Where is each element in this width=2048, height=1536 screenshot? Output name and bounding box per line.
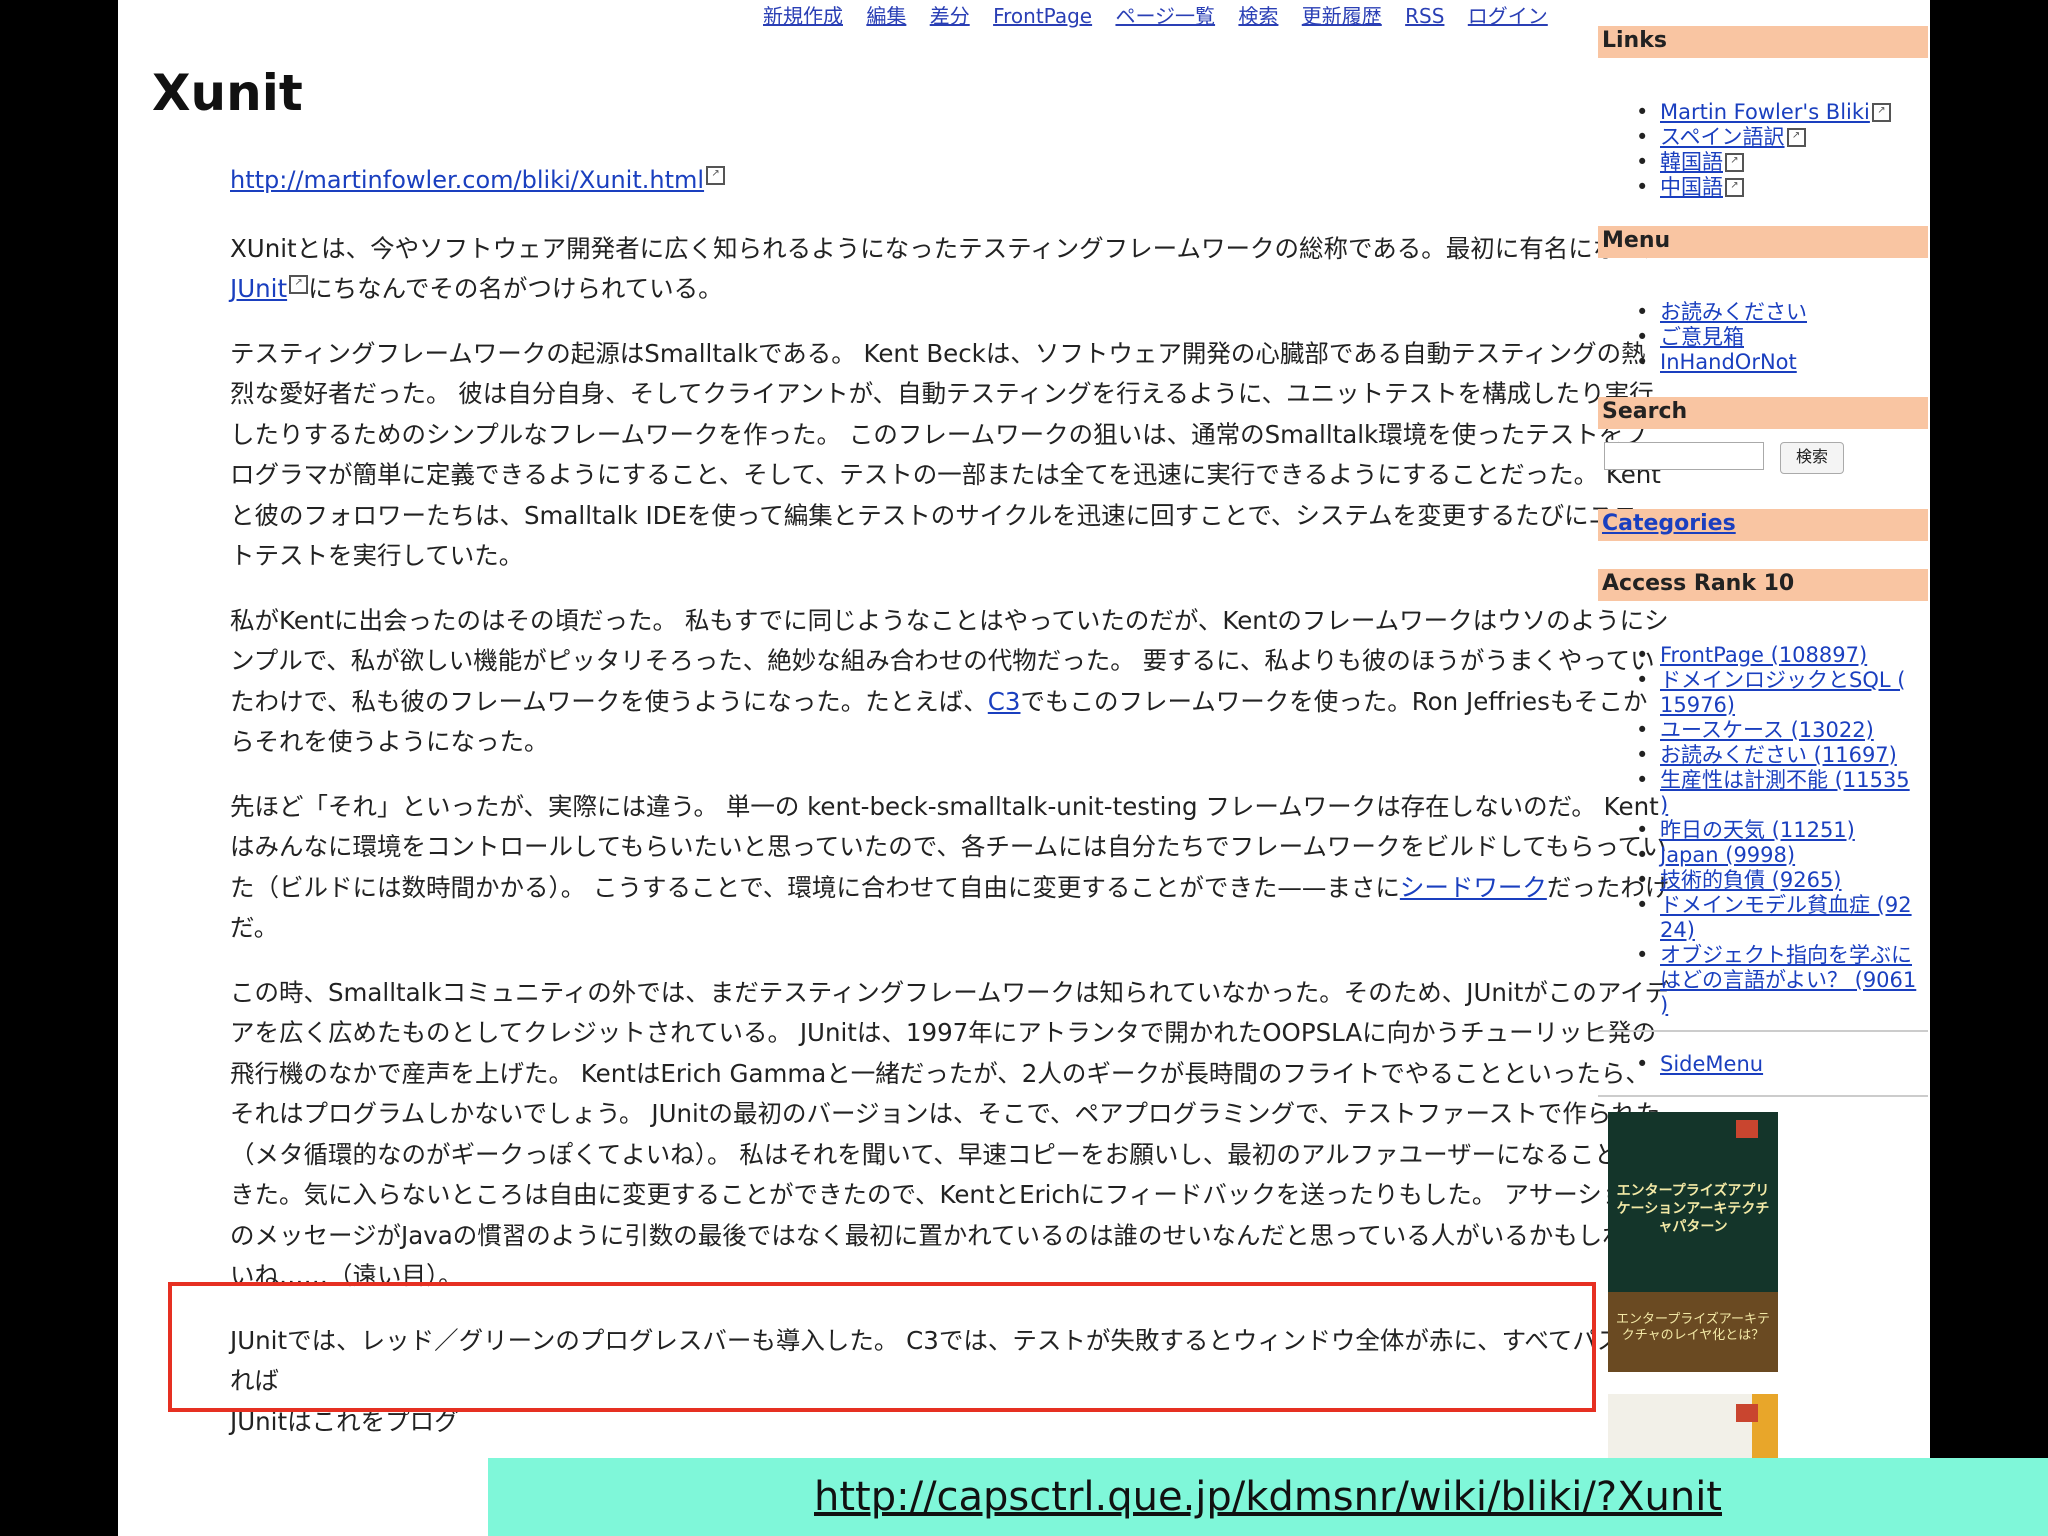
list-item[interactable]: SideMenu <box>1636 1052 1928 1077</box>
paragraph-text: テスティングフレームワークの起源はSmalltalkである。 Kent Beck… <box>230 338 1663 571</box>
search-button[interactable]: 検索 <box>1780 442 1844 474</box>
source-link[interactable]: http://martinfowler.com/bliki/Xunit.html <box>230 166 704 194</box>
inline-link[interactable]: シードワーク <box>1400 873 1547 902</box>
access-rank-list: FrontPage (108897)ドメインロジックとSQL (15976)ユー… <box>1598 643 1928 1018</box>
top-nav: 新規作成 編集 差分 FrontPage ページ一覧 検索 更新履歴 RSS ロ… <box>763 0 1565 29</box>
external-link-icon: ↗ <box>1725 153 1744 172</box>
access-rank-heading: Access Rank 10 <box>1598 569 1928 601</box>
menu-list: お読みくださいご意見箱InHandOrNot <box>1598 300 1928 375</box>
list-item[interactable]: ご意見箱 <box>1636 325 1928 350</box>
list-item[interactable]: 韓国語↗ <box>1636 150 1928 175</box>
list-item-label[interactable]: ドメインモデル貧血症 (92 <box>1660 893 1912 917</box>
book-title: エンタープライズアプリケーションアーキテクチャパターン <box>1616 1183 1770 1235</box>
list-item[interactable]: Martin Fowler's Bliki↗ <box>1636 100 1928 125</box>
inline-link[interactable]: JUnit <box>230 274 287 303</box>
list-item[interactable]: ドメインロジックとSQL (15976) <box>1636 668 1928 718</box>
list-item-label[interactable]: ) <box>1660 793 1668 817</box>
list-item-label[interactable]: 15976) <box>1660 693 1735 717</box>
nav-search[interactable]: 検索 <box>1238 4 1278 28</box>
nav-new-page[interactable]: 新規作成 <box>763 4 843 28</box>
list-item-label[interactable]: はどの言語がよい？ (9061 <box>1660 968 1916 992</box>
list-item-label[interactable]: FrontPage (108897) <box>1660 643 1867 667</box>
links-list: Martin Fowler's Bliki↗スペイン語訳↗韓国語↗中国語↗ <box>1598 100 1928 200</box>
sidemenu-list: SideMenu <box>1598 1052 1928 1077</box>
list-item-label[interactable]: 昨日の天気 (11251) <box>1660 818 1855 842</box>
list-item-label[interactable]: ユースケース (13022) <box>1660 718 1874 742</box>
nav-page-list[interactable]: ページ一覧 <box>1115 4 1215 28</box>
list-item[interactable]: 技術的負債 (9265) <box>1636 868 1928 893</box>
publisher-logo-icon <box>1736 1404 1758 1422</box>
list-item-label[interactable]: オブジェクト指向を学ぶに <box>1660 943 1912 967</box>
list-item[interactable]: スペイン語訳↗ <box>1636 125 1928 150</box>
nav-frontpage[interactable]: FrontPage <box>993 4 1092 28</box>
menu-heading: Menu <box>1598 226 1928 258</box>
list-item-label[interactable]: Japan (9998) <box>1660 843 1795 867</box>
list-item[interactable]: 生産性は計測不能 (11535) <box>1636 768 1928 818</box>
list-item-label[interactable]: 24) <box>1660 918 1695 942</box>
list-item[interactable]: ドメインモデル貧血症 (9224) <box>1636 893 1928 943</box>
paragraph-text: この時、Smalltalkコミュニティの外では、まだテスティングフレームワークは… <box>230 977 1670 1291</box>
list-item-label[interactable]: 韓国語 <box>1660 150 1723 174</box>
search-input[interactable] <box>1604 442 1764 470</box>
paragraph: この時、Smalltalkコミュニティの外では、まだテスティングフレームワークは… <box>230 973 1670 1297</box>
external-link-icon: ↗ <box>1786 128 1806 147</box>
banner-url: http://capsctrl.que.jp/kdmsnr/wiki/bliki… <box>814 1474 1722 1520</box>
list-item-label[interactable]: SideMenu <box>1660 1052 1763 1076</box>
paragraph: XUnitとは、今やソフトウェア開発者に広く知られるようになったテスティングフレ… <box>230 229 1670 310</box>
list-item[interactable]: お読みください <box>1636 300 1928 325</box>
categories-heading[interactable]: Categories <box>1598 509 1928 541</box>
categories-link[interactable]: Categories <box>1602 511 1736 536</box>
nav-recent-changes[interactable]: 更新履歴 <box>1302 4 1382 28</box>
book-cover-image[interactable]: エンタープライズアプリケーションアーキテクチャパターン エンタープライズアーキテ… <box>1608 1112 1778 1372</box>
list-item[interactable]: 中国語↗ <box>1636 175 1928 200</box>
paragraph: 私がKentに出会ったのはその頃だった。 私もすでに同じようなことはやっていたの… <box>230 601 1670 763</box>
paragraph-text: にちなんでその名がつけられている。 <box>308 274 723 303</box>
url-banner: http://capsctrl.que.jp/kdmsnr/wiki/bliki… <box>488 1458 2048 1536</box>
list-item-label[interactable]: スペイン語訳 <box>1660 125 1785 149</box>
list-item[interactable]: FrontPage (108897) <box>1636 643 1928 668</box>
list-item-label[interactable]: 中国語 <box>1660 175 1723 199</box>
nav-login[interactable]: ログイン <box>1468 4 1548 28</box>
search-heading: Search <box>1598 397 1928 429</box>
source-link-wrap: http://martinfowler.com/bliki/Xunit.html… <box>230 160 1670 201</box>
list-item-label[interactable]: Martin Fowler's Bliki <box>1660 100 1870 124</box>
list-item-label[interactable]: ) <box>1660 993 1668 1017</box>
external-link-icon: ↗ <box>1871 103 1891 122</box>
sidebar-divider <box>1598 1030 1928 1032</box>
list-item-label[interactable]: InHandOrNot <box>1660 350 1797 374</box>
list-item-label[interactable]: ご意見箱 <box>1660 325 1744 349</box>
list-item[interactable]: お読みください (11697) <box>1636 743 1928 768</box>
sidebar-divider <box>1598 1095 1928 1097</box>
list-item-label[interactable]: 技術的負債 (9265) <box>1660 868 1842 892</box>
paragraph: 先ほど「それ」といったが、実際には違う。 単一の kent-beck-small… <box>230 787 1670 949</box>
list-item-label[interactable]: 生産性は計測不能 (11535 <box>1660 768 1910 792</box>
list-item[interactable]: 昨日の天気 (11251) <box>1636 818 1928 843</box>
links-heading: Links <box>1598 26 1928 58</box>
list-item-label[interactable]: お読みください <box>1660 300 1807 324</box>
paragraphs: XUnitとは、今やソフトウェア開発者に広く知られるようになったテスティングフレ… <box>230 229 1670 1443</box>
list-item[interactable]: オブジェクト指向を学ぶにはどの言語がよい？ (9061) <box>1636 943 1928 1018</box>
list-item[interactable]: InHandOrNot <box>1636 350 1928 375</box>
highlight-box <box>168 1282 1596 1412</box>
nav-diff[interactable]: 差分 <box>930 4 970 28</box>
page-title: Xunit <box>152 64 303 122</box>
paragraph: テスティングフレームワークの起源はSmalltalkである。 Kent Beck… <box>230 334 1670 577</box>
inline-link[interactable]: C3 <box>988 687 1021 716</box>
wiki-page: 新規作成 編集 差分 FrontPage ページ一覧 検索 更新履歴 RSS ロ… <box>118 0 1930 1536</box>
external-link-icon: ↗ <box>1725 178 1744 197</box>
list-item-label[interactable]: お読みください (11697) <box>1660 743 1897 767</box>
list-item-label[interactable]: ドメインロジックとSQL ( <box>1660 668 1905 692</box>
nav-edit[interactable]: 編集 <box>866 4 906 28</box>
publisher-logo-icon <box>1736 1120 1758 1138</box>
article-body: http://martinfowler.com/bliki/Xunit.html… <box>230 160 1670 1466</box>
list-item[interactable]: ユースケース (13022) <box>1636 718 1928 743</box>
external-link-icon: ↗ <box>289 275 309 294</box>
book-subtitle: エンタープライズアーキテクチャのレイヤ化とは？ <box>1615 1312 1771 1343</box>
list-item[interactable]: Japan (9998) <box>1636 843 1928 868</box>
sidebar: Links Martin Fowler's Bliki↗スペイン語訳↗韓国語↗中… <box>1598 26 1928 1097</box>
external-link-icon: ↗ <box>706 166 726 185</box>
nav-rss[interactable]: RSS <box>1405 4 1444 28</box>
paragraph-text: XUnitとは、今やソフトウェア開発者に広く知られるようになったテスティングフレ… <box>230 233 1667 263</box>
